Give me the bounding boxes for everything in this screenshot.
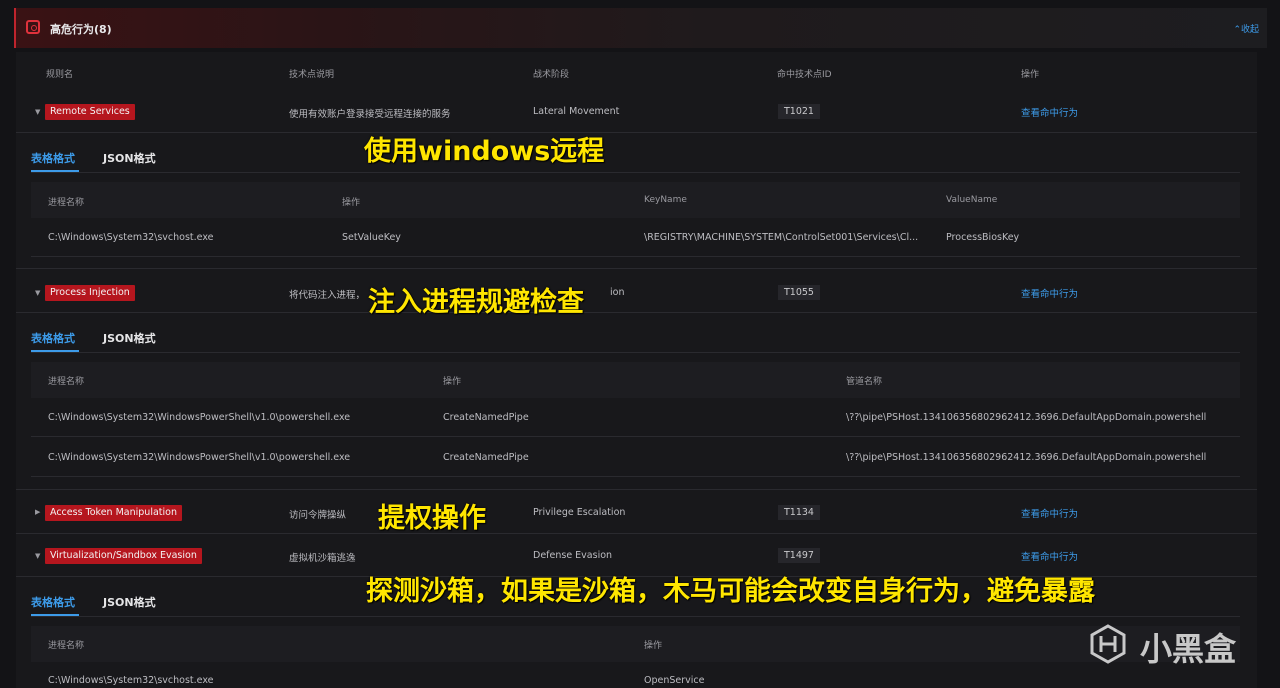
- col-rule: 规则名: [46, 70, 74, 80]
- rule-tactic: Defense Evasion: [533, 550, 613, 561]
- view-hits-link[interactable]: 查看命中行为: [1021, 506, 1078, 520]
- expand-caret-icon[interactable]: ▼: [35, 552, 40, 560]
- row-divider: [16, 312, 1257, 313]
- tech-id-badge: T1021: [778, 104, 820, 119]
- tech-id-badge: T1055: [778, 285, 820, 300]
- rule-desc: 使用有效账户登录接受远程连接的服务: [289, 109, 451, 120]
- rule-tactic: ion: [610, 287, 625, 298]
- detail-cell: \??\pipe\PSHost.134106356802962412.3696.…: [846, 412, 1207, 423]
- high-risk-header: 高危行为(8) ⌃收起: [14, 8, 1267, 48]
- detail-cell: \??\pipe\PSHost.134106356802962412.3696.…: [846, 452, 1207, 463]
- detail-cell: C:\Windows\System32\svchost.exe: [48, 232, 214, 243]
- expand-caret-icon[interactable]: ▼: [35, 108, 40, 116]
- detail-col: 操作: [443, 377, 462, 387]
- detail-cell: \REGISTRY\MACHINE\SYSTEM\ControlSet001\S…: [644, 232, 919, 243]
- alert-icon: [26, 20, 40, 34]
- detail-cell: C:\Windows\System32\WindowsPowerShell\v1…: [48, 452, 351, 463]
- detail-header-row: [31, 182, 1240, 218]
- heybox-logo-icon: [1090, 624, 1126, 664]
- detail-cell: C:\Windows\System32\svchost.exe: [48, 675, 214, 686]
- detail-cell: SetValueKey: [342, 232, 401, 243]
- rule-tag: Virtualization/Sandbox Evasion: [45, 548, 202, 564]
- col-op: 操作: [1021, 70, 1040, 80]
- tab-json-format[interactable]: JSON格式: [103, 330, 156, 346]
- tab-json-format[interactable]: JSON格式: [103, 150, 156, 166]
- tab-divider: [31, 616, 1240, 617]
- rule-tag: Access Token Manipulation: [45, 505, 182, 521]
- detail-cell: CreateNamedPipe: [443, 452, 529, 463]
- watermark-text: 小黑盒: [1140, 630, 1237, 668]
- rule-tactic: Lateral Movement: [533, 106, 620, 117]
- view-hits-link[interactable]: 查看命中行为: [1021, 549, 1078, 563]
- view-hits-link[interactable]: 查看命中行为: [1021, 286, 1078, 300]
- rule-tactic: Privilege Escalation: [533, 507, 626, 518]
- row-divider: [31, 256, 1240, 257]
- tab-json-format[interactable]: JSON格式: [103, 594, 156, 610]
- row-divider: [16, 533, 1257, 534]
- tech-id-badge: T1497: [778, 548, 820, 563]
- detail-col: 操作: [342, 198, 361, 208]
- detail-col: 进程名称: [48, 377, 85, 387]
- detail-col: 操作: [644, 641, 663, 651]
- collapse-button[interactable]: ⌃收起: [1233, 22, 1259, 35]
- annotation-privilege: 提权操作: [378, 503, 486, 534]
- detail-col: KeyName: [644, 195, 687, 205]
- rule-desc: 虚拟机沙箱逃逸: [289, 553, 356, 564]
- col-desc: 技术点说明: [289, 70, 335, 80]
- col-tech-id: 命中技术点ID: [777, 70, 832, 80]
- annotation-injection: 注入进程规避检查: [368, 287, 584, 318]
- rule-tag: Remote Services: [45, 104, 135, 120]
- detail-cell: ProcessBiosKey: [946, 232, 1020, 243]
- row-divider: [31, 436, 1240, 437]
- detail-col: 管道名称: [846, 377, 883, 387]
- detail-col: 进程名称: [48, 198, 85, 208]
- view-hits-link[interactable]: 查看命中行为: [1021, 105, 1078, 119]
- detail-col: ValueName: [946, 195, 998, 205]
- expand-caret-icon[interactable]: ▶: [35, 508, 40, 516]
- annotation-remote: 使用windows远程: [364, 136, 605, 167]
- detail-cell: OpenService: [644, 675, 705, 686]
- tab-table-format[interactable]: 表格格式: [31, 150, 75, 166]
- tab-divider: [31, 172, 1240, 173]
- detail-cell: CreateNamedPipe: [443, 412, 529, 423]
- header-title: 高危行为(8): [50, 23, 112, 36]
- col-tactic: 战术阶段: [533, 70, 570, 80]
- rule-desc: 访问令牌操纵: [289, 510, 347, 521]
- detail-col: 进程名称: [48, 641, 85, 651]
- row-divider: [16, 489, 1257, 490]
- row-divider: [31, 476, 1240, 477]
- row-divider: [16, 268, 1257, 269]
- rule-desc: 将代码注入进程，: [289, 290, 366, 301]
- expand-caret-icon[interactable]: ▼: [35, 289, 40, 297]
- tab-table-format[interactable]: 表格格式: [31, 330, 75, 346]
- tech-id-badge: T1134: [778, 505, 820, 520]
- detail-header-row: [31, 626, 1240, 662]
- row-divider: [16, 132, 1257, 133]
- detail-header-row: [31, 362, 1240, 398]
- detail-cell: C:\Windows\System32\WindowsPowerShell\v1…: [48, 412, 351, 423]
- tab-table-format[interactable]: 表格格式: [31, 594, 75, 610]
- annotation-sandbox: 探测沙箱，如果是沙箱，木马可能会改变自身行为，避免暴露: [366, 576, 1095, 607]
- rule-tag: Process Injection: [45, 285, 135, 301]
- tab-divider: [31, 352, 1240, 353]
